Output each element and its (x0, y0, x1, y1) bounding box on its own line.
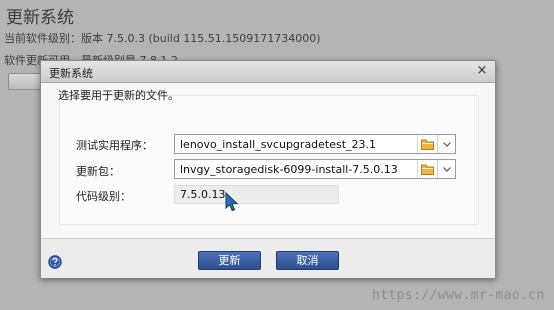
test-utility-label: 测试实用程序： (76, 139, 153, 152)
test-utility-combo[interactable]: lenovo_install_svcupgradetest_23.1 (174, 134, 456, 154)
chevron-down-icon[interactable] (437, 135, 455, 153)
page-title: 更新系统 (6, 8, 74, 28)
update-package-combo[interactable]: lnvgy_storagedisk-6099-install-7.5.0.13 (174, 159, 456, 179)
help-icon[interactable] (48, 254, 62, 269)
instruction-text: 选择要用于更新的文件。 (58, 89, 179, 102)
current-level-text: 当前软件级别：版本 7.5.0.3 (build 115.51.15091717… (4, 32, 321, 45)
code-level-field: 7.5.0.13 (174, 185, 339, 204)
code-level-label: 代码级别： (76, 190, 131, 203)
cancel-button[interactable]: 取消 (276, 251, 339, 270)
dialog-title: 更新系统 (49, 67, 93, 80)
folder-icon[interactable] (417, 160, 437, 178)
close-icon[interactable]: × (475, 64, 489, 78)
update-package-value: lnvgy_storagedisk-6099-install-7.5.0.13 (180, 163, 398, 176)
chevron-down-icon[interactable] (437, 160, 455, 178)
code-level-value: 7.5.0.13 (180, 188, 226, 201)
dialog-header: 更新系统 × (41, 61, 495, 83)
folder-icon[interactable] (417, 135, 437, 153)
test-utility-value: lenovo_install_svcupgradetest_23.1 (180, 138, 377, 151)
update-package-label: 更新包： (76, 165, 120, 178)
mouse-pointer-icon (225, 192, 239, 212)
watermark-text: https://www.mr-mao.cn (372, 288, 545, 303)
dialog-footer: 更新 取消 (41, 238, 495, 278)
update-system-dialog: 更新系统 × 选择要用于更新的文件。 测试实用程序： lenovo_instal… (40, 60, 496, 278)
update-button[interactable]: 更新 (198, 251, 261, 270)
